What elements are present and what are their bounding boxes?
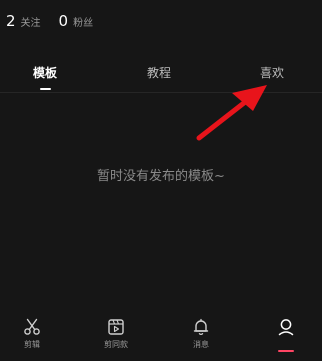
bottom-nav: 剪辑 剪同款 消息 [0,318,322,361]
nav-same-style-label: 剪同款 [104,340,128,349]
nav-active-indicator [278,350,294,352]
bell-icon [193,318,209,336]
nav-edit-label: 剪辑 [24,340,40,349]
nav-me[interactable] [266,318,306,336]
nav-edit[interactable]: 剪辑 [12,318,52,350]
person-icon [278,319,294,336]
nav-messages-label: 消息 [193,340,209,349]
clapperboard-play-icon [108,319,124,335]
nav-messages[interactable]: 消息 [181,318,221,350]
scissors-icon [24,318,40,335]
nav-same-style[interactable]: 剪同款 [96,318,136,350]
annotation-arrow-icon [196,85,267,141]
